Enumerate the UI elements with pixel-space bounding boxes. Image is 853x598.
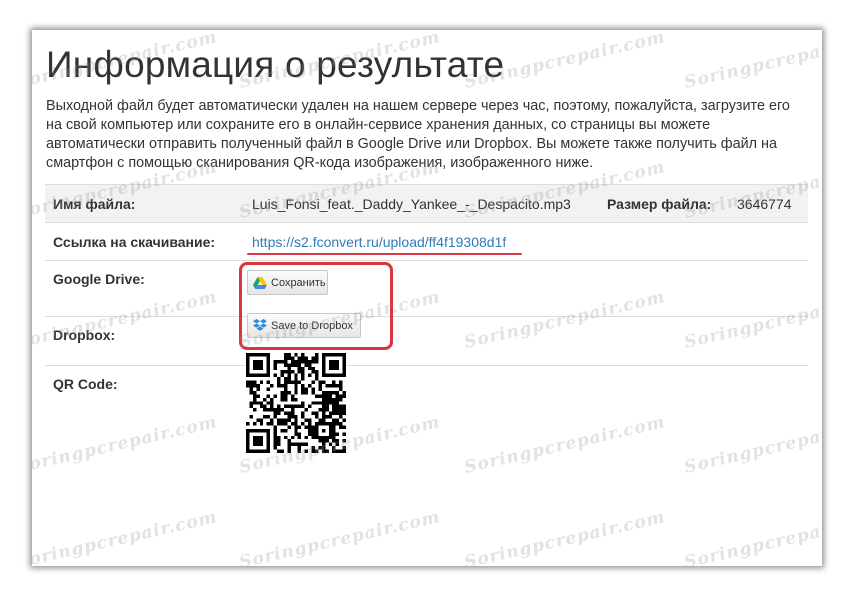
table-row-dropbox: Dropbox: bbox=[45, 316, 808, 366]
dropbox-label: Dropbox: bbox=[45, 316, 245, 366]
file-size-value: 3646774 bbox=[737, 184, 808, 223]
google-drive-label: Google Drive: bbox=[45, 260, 245, 317]
table-row-qr: QR Code: bbox=[45, 365, 808, 494]
result-content: Информация о результате Выходной файл бу… bbox=[32, 30, 822, 566]
file-name-value: Luis_Fonsi_feat._Daddy_Yankee_-_Despacit… bbox=[245, 184, 607, 223]
file-name-label: Имя файла: bbox=[45, 184, 245, 223]
link-underline-annotation bbox=[247, 253, 522, 255]
table-row-google-drive: Google Drive: bbox=[45, 260, 808, 317]
table-row-file: Имя файла: Luis_Fonsi_feat._Daddy_Yankee… bbox=[45, 184, 808, 223]
qr-code-image bbox=[246, 353, 346, 453]
file-size-label: Размер файла: bbox=[607, 184, 737, 223]
qr-code bbox=[246, 353, 346, 453]
download-label: Ссылка на скачивание: bbox=[45, 222, 245, 261]
download-link[interactable]: https://s2.fconvert.ru/upload/ff4f19308d… bbox=[252, 234, 506, 250]
cloud-buttons-highlight bbox=[239, 262, 393, 350]
file-info-table: Имя файла: Luis_Fonsi_feat._Daddy_Yankee… bbox=[45, 184, 808, 494]
page-description: Выходной файл будет автоматически удален… bbox=[46, 98, 790, 171]
result-card: Информация о результате Выходной файл бу… bbox=[32, 30, 822, 566]
page-title: Информация о результате bbox=[46, 44, 505, 85]
qr-label: QR Code: bbox=[45, 365, 245, 494]
